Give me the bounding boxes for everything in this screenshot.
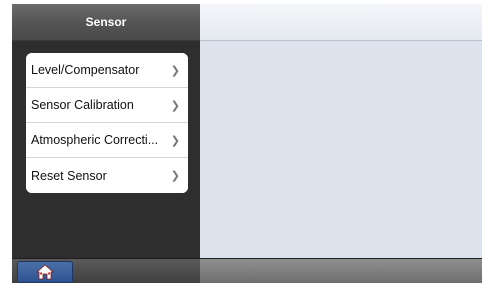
app-window: Sensor Level/Compensator ❯ Sensor Calibr… [12,4,482,283]
menu-item-reset-sensor[interactable]: Reset Sensor ❯ [26,158,188,193]
menu-item-label: Level/Compensator [31,63,140,77]
home-button[interactable] [17,261,73,283]
content-pane [200,4,482,283]
chevron-right-icon: ❯ [170,170,180,182]
sensor-menu: Level/Compensator ❯ Sensor Calibration ❯… [26,53,188,193]
menu-item-label: Atmospheric Correcti... [31,133,159,147]
bottom-toolbar-right [200,259,482,283]
menu-item-label: Sensor Calibration [31,98,134,112]
chevron-right-icon: ❯ [170,134,180,147]
menu-item-label: Reset Sensor [31,168,107,183]
chevron-right-icon: ❯ [170,99,180,112]
bottom-toolbar [12,258,482,283]
menu-item-sensor-calibration[interactable]: Sensor Calibration ❯ [26,88,188,123]
menu-item-atmospheric-correction[interactable]: Atmospheric Correcti... ❯ [26,123,188,158]
content-header [200,4,482,41]
home-icon [36,264,54,280]
sidebar-header: Sensor [12,4,200,41]
menu-item-level-compensator[interactable]: Level/Compensator ❯ [26,53,188,88]
sidebar-title: Sensor [85,15,127,29]
chevron-right-icon: ❯ [170,64,180,77]
sidebar: Sensor Level/Compensator ❯ Sensor Calibr… [12,4,200,283]
